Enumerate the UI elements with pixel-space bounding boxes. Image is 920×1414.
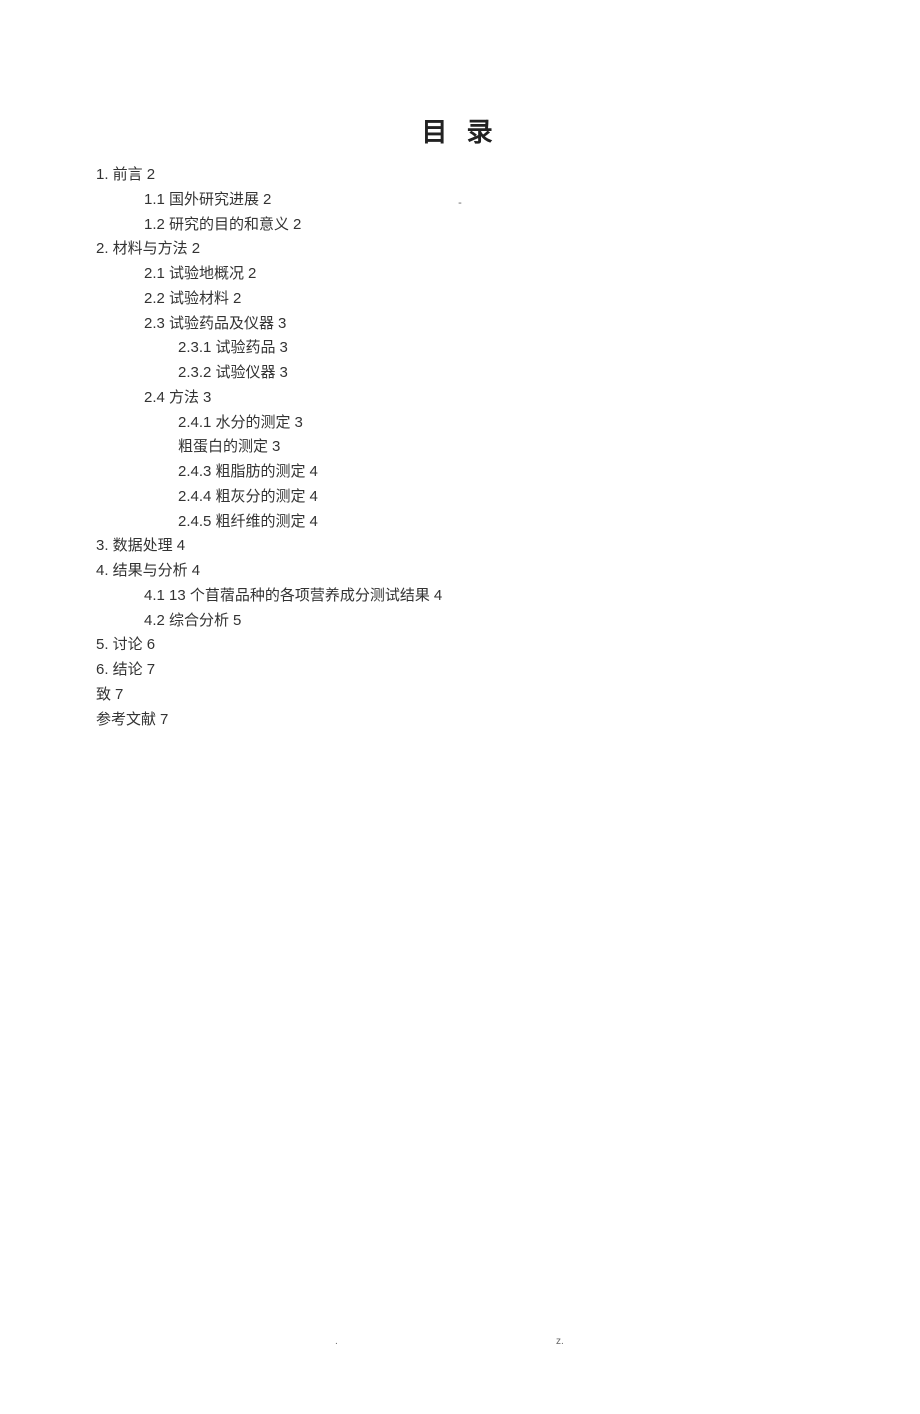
toc-entry: 2.4.4 粗灰分的测定4 [96,485,824,510]
toc-entry-label: 2.4.5 粗纤维的测定 [178,513,306,530]
toc-entry-page: 3 [280,364,288,381]
toc-entry: 1. 前言2 [96,163,824,188]
toc-entry-label: 2.4 方法 [144,389,199,406]
toc-entry-page: 2 [147,166,155,183]
toc-entry: 2.4 方法3 [96,386,824,411]
toc-entry: 4. 结果与分析4 [96,559,824,584]
toc-entry-page: 5 [233,612,241,629]
toc-entry-label: 2.3.2 试验仪器 [178,364,276,381]
toc-entry-label: 6. 结论 [96,661,143,678]
toc-entry: 2.3.1 试验药品3 [96,336,824,361]
toc-entry-label: 2.4.4 粗灰分的测定 [178,488,306,505]
toc-entry-label: 粗蛋白的测定 [178,438,268,455]
toc-entry: 粗蛋白的测定3 [96,435,824,460]
toc-entry-label: 4.1 13 个苜蓿品种的各项营养成分测试结果 [144,587,430,604]
toc-entry-page: 2 [248,265,256,282]
toc-entry-page: 2 [233,290,241,307]
toc-entry: 参考文献7 [96,708,824,733]
toc-entry-label: 2.4.3 粗脂肪的测定 [178,463,306,480]
toc-entry-label: 2.2 试验材料 [144,290,229,307]
toc-entry-label: 2.1 试验地概况 [144,265,244,282]
toc-entry-page: 3 [295,414,303,431]
toc-entry: 2. 材料与方法2 [96,237,824,262]
toc-entry: 4.2 综合分析5 [96,609,824,634]
toc-entry: 1.2 研究的目的和意义2 [96,213,824,238]
toc-entry-label: 2.3.1 试验药品 [178,339,276,356]
toc-entry-label: 5. 讨论 [96,636,143,653]
toc-entry-page: 7 [147,661,155,678]
toc-entry: 致7 [96,683,824,708]
toc-entry-page: 3 [278,315,286,332]
footer-z: z. [556,1336,564,1347]
toc-entry: 4.1 13 个苜蓿品种的各项营养成分测试结果4 [96,584,824,609]
toc-entry-page: 4 [310,513,318,530]
toc-entry: 2.3 试验药品及仪器3 [96,312,824,337]
toc-entry-label: 1. 前言 [96,166,143,183]
toc-entry: 2.1 试验地概况2 [96,262,824,287]
toc-entry-label: 2. 材料与方法 [96,240,188,257]
toc-entry: 2.3.2 试验仪器3 [96,361,824,386]
toc-entry-page: 3 [203,389,211,406]
toc-entry-page: 4 [177,537,185,554]
toc-entry-label: 4. 结果与分析 [96,562,188,579]
toc-entry-page: 4 [192,562,200,579]
toc-entry: 3. 数据处理4 [96,534,824,559]
toc-entry-label: 4.2 综合分析 [144,612,229,629]
toc-title: 目 录 [0,112,920,149]
footer-dot: . [335,1336,338,1347]
toc-entry: 2.2 试验材料2 [96,287,824,312]
toc-entry-page: 7 [160,711,168,728]
toc-entry-label: 1.2 研究的目的和意义 [144,216,289,233]
toc-entry-label: 参考文献 [96,711,156,728]
toc-entry-label: 2.4.1 水分的测定 [178,414,291,431]
toc-entry-page: 4 [310,463,318,480]
toc-entry-page: 3 [280,339,288,356]
toc-entry-label: 3. 数据处理 [96,537,173,554]
toc-entry-page: 2 [263,191,271,208]
toc-entry: 2.4.3 粗脂肪的测定4 [96,460,824,485]
table-of-contents: 1. 前言21.1 国外研究进展21.2 研究的目的和意义22. 材料与方法22… [0,163,920,732]
toc-entry-page: 6 [147,636,155,653]
toc-entry-page: 4 [310,488,318,505]
toc-entry-page: 2 [192,240,200,257]
toc-entry: 2.4.1 水分的测定3 [96,411,824,436]
toc-entry: 6. 结论7 [96,658,824,683]
page-top-mark: - [458,197,462,209]
toc-entry-label: 1.1 国外研究进展 [144,191,259,208]
toc-entry-label: 2.3 试验药品及仪器 [144,315,274,332]
toc-entry: 5. 讨论6 [96,633,824,658]
toc-entry-page: 3 [272,438,280,455]
toc-entry: 2.4.5 粗纤维的测定4 [96,510,824,535]
toc-entry-page: 2 [293,216,301,233]
toc-entry-page: 4 [434,587,442,604]
toc-entry-label: 致 [96,686,111,703]
toc-entry-page: 7 [115,686,123,703]
